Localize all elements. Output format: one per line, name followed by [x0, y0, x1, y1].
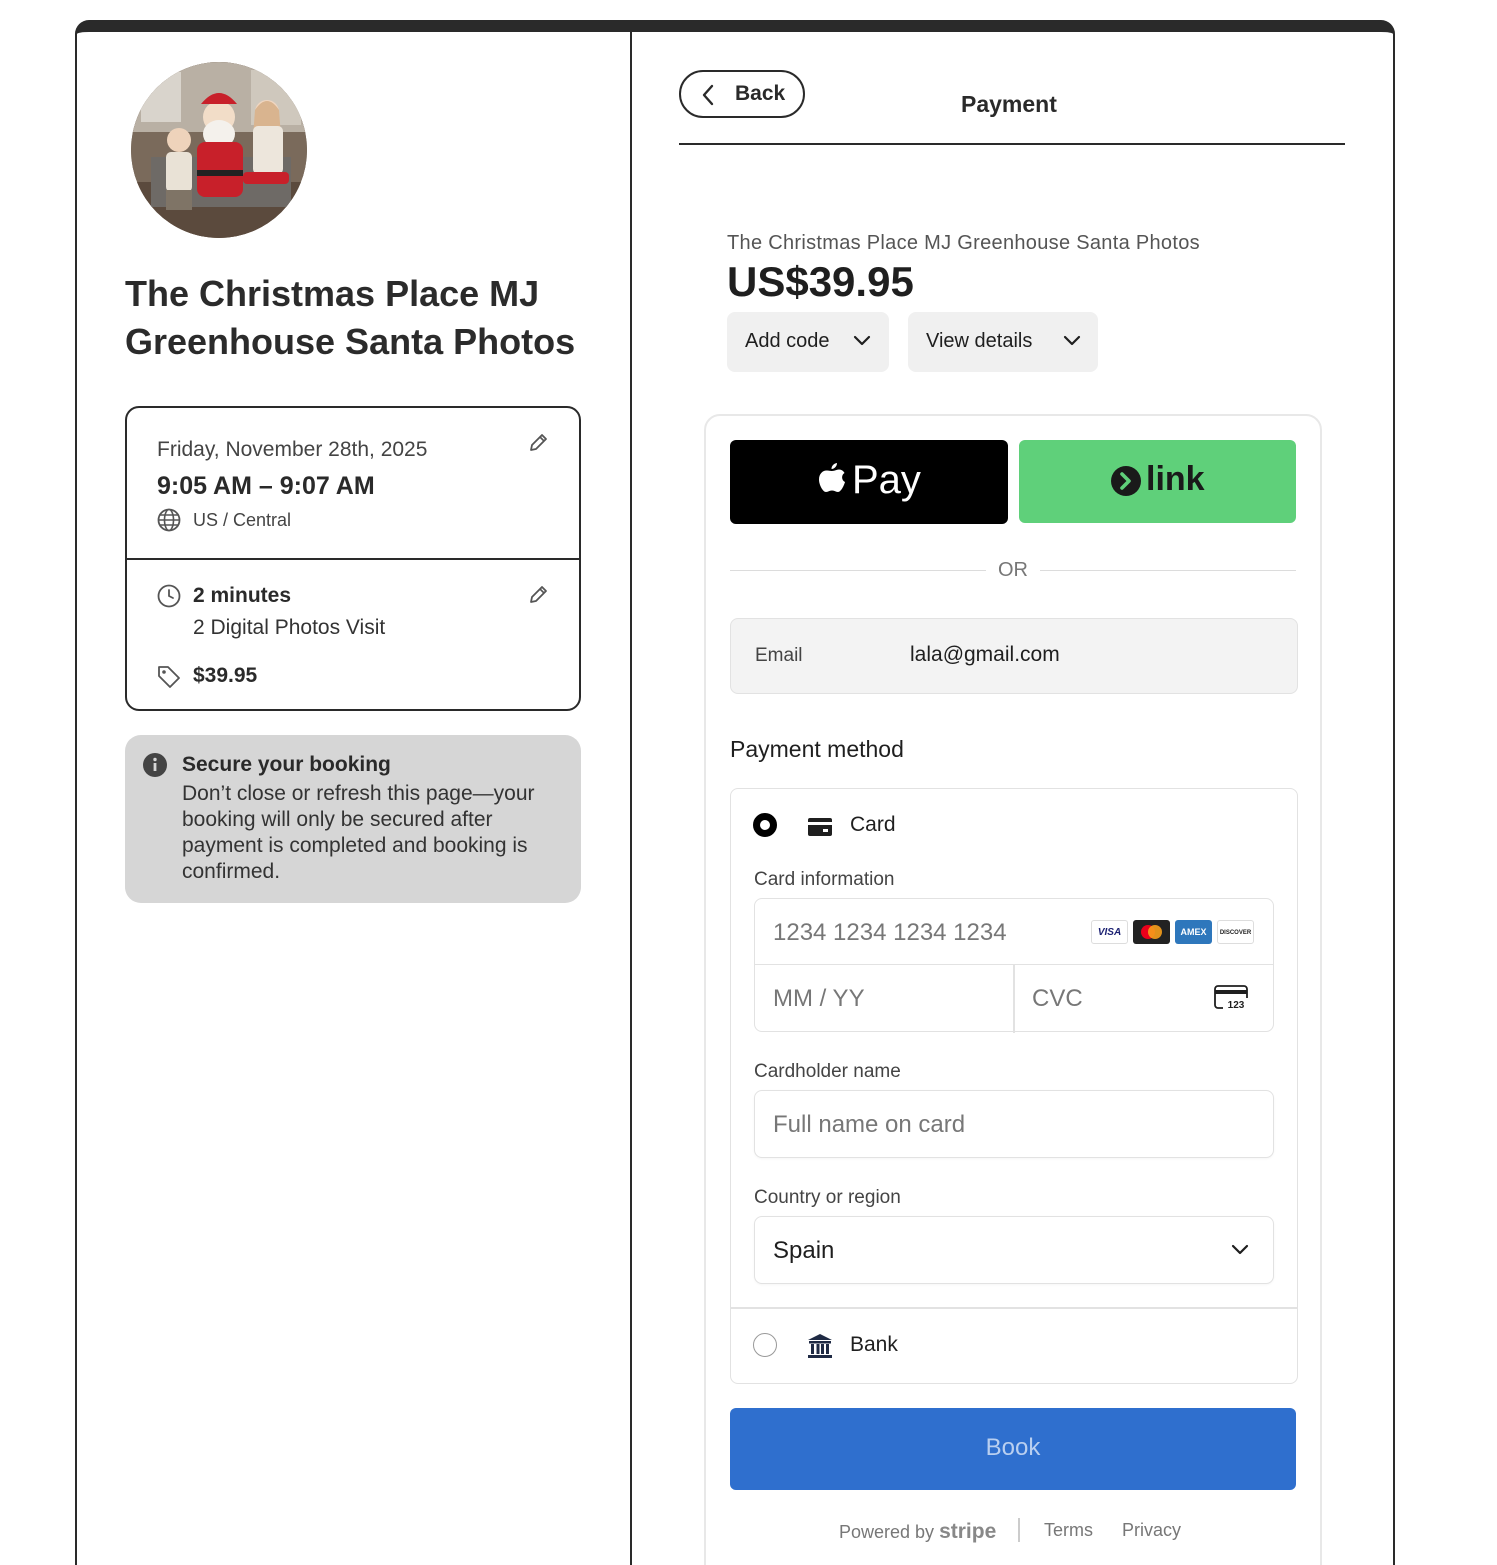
- bank-option-label: Bank: [850, 1333, 898, 1356]
- card-number-placeholder: 1234 1234 1234 1234: [773, 919, 1007, 946]
- or-divider-left: [730, 570, 986, 571]
- bank-radio[interactable]: [753, 1333, 777, 1357]
- info-icon: [143, 753, 167, 777]
- booking-duration: 2 minutes: [193, 584, 292, 607]
- booking-date: Friday, November 28th, 2025: [157, 438, 428, 461]
- powered-by-label: Powered by: [839, 1522, 935, 1542]
- booking-details-card: Friday, November 28th, 2025 9:05 AM – 9:…: [125, 406, 581, 711]
- price-tag-icon: [158, 666, 180, 688]
- stripe-checkout-panel: Pay link OR Email lala@gmail.com Payment…: [704, 414, 1322, 1565]
- footer-divider: [1018, 1518, 1020, 1542]
- card-number-field[interactable]: 1234 1234 1234 1234 VISA AMEX DISCOVER: [755, 899, 1273, 965]
- bank-icon: [808, 1334, 832, 1358]
- email-label: Email: [755, 645, 803, 666]
- or-label: OR: [998, 559, 1028, 581]
- merchant-name: The Christmas Place MJ Greenhouse Santa …: [727, 232, 1200, 254]
- secure-booking-notice: Secure your booking Don’t close or refre…: [125, 735, 581, 903]
- details-divider: [127, 558, 579, 560]
- notice-title: Secure your booking: [182, 753, 391, 776]
- country-select[interactable]: Spain: [754, 1216, 1274, 1284]
- visa-icon: VISA: [1091, 920, 1128, 944]
- booking-price: $39.95: [193, 664, 258, 687]
- event-title: The Christmas Place MJ Greenhouse Santa …: [125, 273, 576, 362]
- country-value: Spain: [773, 1237, 835, 1264]
- payment-method-title: Payment method: [730, 736, 904, 762]
- link-label: link: [1146, 460, 1205, 498]
- page-title: Payment: [961, 91, 1057, 117]
- card-information-group: 1234 1234 1234 1234 VISA AMEX DISCOVER M…: [754, 898, 1274, 1033]
- stripe-logo: stripe: [939, 1520, 997, 1543]
- email-field[interactable]: Email lala@gmail.com: [730, 618, 1298, 694]
- edit-datetime-icon[interactable]: [527, 432, 549, 454]
- column-divider: [630, 32, 632, 1565]
- payment-method-options: Card Card information 1234 1234 1234 123…: [730, 788, 1298, 1384]
- book-button[interactable]: Book: [730, 1408, 1296, 1490]
- booking-service: 2 Digital Photos Visit: [193, 616, 386, 639]
- cvc-card-icon: 123: [1214, 985, 1249, 1011]
- chevron-down-icon: [1231, 1244, 1249, 1255]
- terms-link[interactable]: Terms: [1044, 1520, 1093, 1541]
- country-label: Country or region: [754, 1187, 901, 1208]
- chevron-left-icon: [702, 84, 714, 106]
- event-avatar: [131, 62, 307, 238]
- globe-icon: [157, 508, 181, 532]
- svg-text:123: 123: [1228, 1000, 1245, 1011]
- total-amount: US$39.95: [727, 258, 914, 305]
- apple-logo-icon: [819, 463, 845, 492]
- cardholder-placeholder: Full name on card: [773, 1111, 966, 1138]
- link-arrow-icon: [1111, 466, 1141, 496]
- expiry-cvc-divider: [1013, 965, 1015, 1033]
- add-code-label: Add code: [745, 330, 830, 352]
- card-radio[interactable]: [753, 813, 777, 837]
- view-details-label: View details: [926, 330, 1033, 352]
- chevron-down-icon: [853, 335, 871, 346]
- card-info-label: Card information: [754, 869, 895, 890]
- clock-icon: [157, 584, 181, 608]
- payment-option-divider: [731, 1307, 1297, 1309]
- back-label: Back: [735, 82, 786, 105]
- expiry-field[interactable]: MM / YY: [773, 985, 865, 1013]
- booking-timezone: US / Central: [193, 510, 292, 530]
- or-divider-right: [1040, 570, 1296, 571]
- powered-by-stripe[interactable]: Powered by stripe: [839, 1520, 996, 1544]
- booking-window: The Christmas Place MJ Greenhouse Santa …: [75, 20, 1395, 1565]
- notice-body: Don’t close or refresh this page—your bo…: [182, 782, 535, 883]
- cvc-field[interactable]: CVC: [1032, 985, 1083, 1013]
- apple-pay-button[interactable]: Pay: [730, 440, 1008, 524]
- mastercard-icon: [1133, 920, 1170, 944]
- header-divider: [679, 143, 1345, 145]
- amex-icon: AMEX: [1175, 920, 1212, 944]
- email-value: lala@gmail.com: [910, 643, 1060, 666]
- chevron-down-icon: [1063, 335, 1081, 346]
- link-pay-button[interactable]: link: [1019, 440, 1296, 523]
- credit-card-icon: [808, 818, 832, 836]
- privacy-link[interactable]: Privacy: [1122, 1520, 1181, 1541]
- booking-time: 9:05 AM – 9:07 AM: [157, 472, 375, 500]
- apple-pay-label: Pay: [852, 458, 921, 502]
- edit-service-icon[interactable]: [527, 584, 549, 606]
- book-label: Book: [985, 1434, 1041, 1461]
- cardholder-name-input[interactable]: Full name on card: [754, 1090, 1274, 1158]
- cardholder-label: Cardholder name: [754, 1061, 901, 1082]
- view-details-button[interactable]: View details: [908, 312, 1098, 372]
- add-code-button[interactable]: Add code: [727, 312, 889, 372]
- discover-icon: DISCOVER: [1217, 920, 1254, 944]
- card-option-label: Card: [850, 813, 896, 836]
- back-button[interactable]: Back: [679, 70, 805, 118]
